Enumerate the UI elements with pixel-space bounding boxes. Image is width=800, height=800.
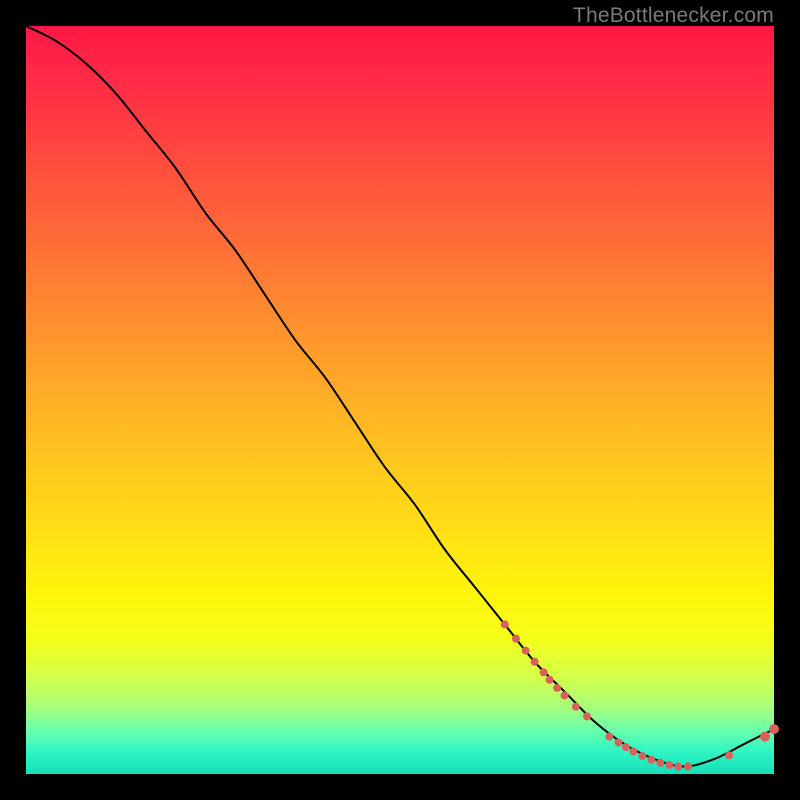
credit-label: TheBottlenecker.com bbox=[573, 4, 774, 28]
data-marker bbox=[501, 620, 509, 628]
data-marker bbox=[614, 739, 622, 747]
data-marker bbox=[665, 761, 673, 769]
data-marker bbox=[546, 676, 554, 684]
data-marker bbox=[540, 668, 548, 676]
chart-overlay bbox=[26, 26, 774, 774]
data-marker bbox=[725, 751, 733, 759]
data-marker bbox=[512, 635, 520, 643]
bottleneck-curve bbox=[26, 26, 774, 767]
data-marker bbox=[760, 732, 770, 742]
data-marker bbox=[531, 658, 539, 666]
data-marker bbox=[572, 703, 580, 711]
data-marker bbox=[622, 743, 630, 751]
data-marker bbox=[583, 712, 591, 720]
data-marker bbox=[522, 647, 530, 655]
data-marker bbox=[553, 684, 561, 692]
data-marker bbox=[656, 759, 664, 767]
data-marker bbox=[561, 691, 569, 699]
data-marker bbox=[638, 752, 646, 760]
data-marker bbox=[684, 763, 692, 771]
data-marker bbox=[674, 763, 682, 771]
data-marker bbox=[769, 724, 779, 734]
data-marker bbox=[605, 733, 613, 741]
data-marker bbox=[647, 756, 655, 764]
chart-stage: TheBottlenecker.com bbox=[0, 0, 800, 800]
data-marker bbox=[629, 748, 637, 756]
